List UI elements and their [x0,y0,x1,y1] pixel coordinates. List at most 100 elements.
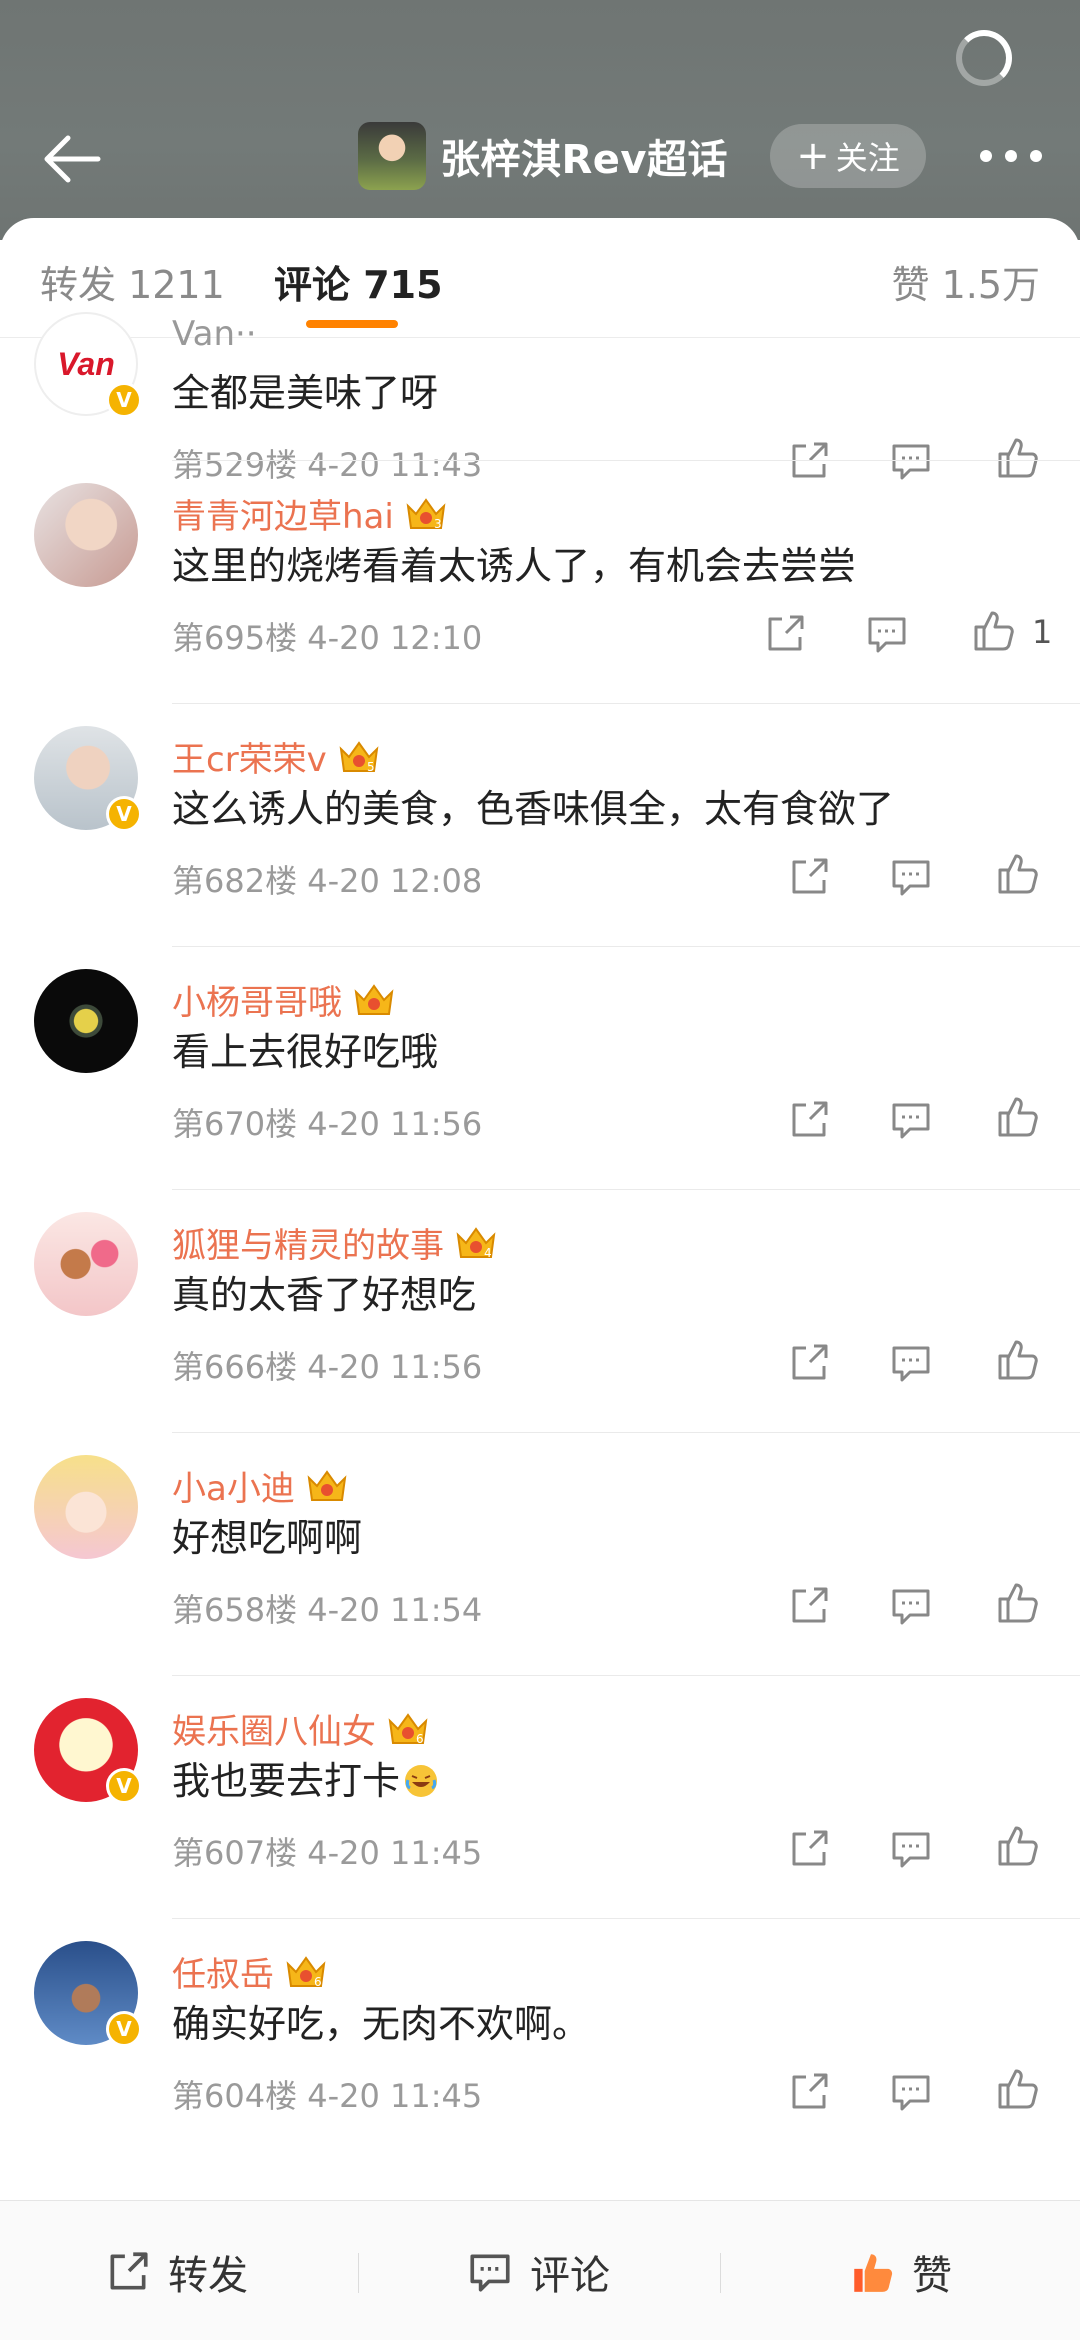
svg-text:3: 3 [434,517,442,531]
thumb-up-icon[interactable] [994,1822,1040,1868]
repost-button[interactable]: 转发 [104,2243,248,2301]
thumb-up-icon[interactable] [970,607,1016,653]
thumb-up-icon[interactable] [994,1093,1040,1139]
like-button[interactable]: 赞 [848,2243,952,2301]
like-label: 赞 [912,2253,952,2299]
username-text: 任叔岳 [172,1955,274,1995]
comment-icon[interactable] [888,1826,934,1872]
comment-meta: 第666楼 4-20 11:56 [172,1348,483,1386]
list-item: V 任叔岳 6 确实好吃，无肉不欢啊。 第604楼 4-20 11:45 [0,1919,1080,2162]
username-text: 小杨哥哥哦 [172,983,342,1023]
username[interactable]: 狐狸与精灵的故事 4 [172,1218,498,1267]
avatar[interactable] [34,969,138,1073]
username[interactable]: 小杨哥哥哦 [172,975,396,1024]
verified-badge-icon: V [106,2011,142,2047]
comment-text: 这里的烧烤看着太诱人了，有机会去尝尝 [172,544,857,588]
thumb-up-icon[interactable] [994,850,1040,896]
verified-badge-icon: V [106,382,142,418]
avatar[interactable]: Van V [34,312,142,418]
list-item: V 娱乐圈八仙女 6 我也要去打卡 第607楼 4-20 11:45 [0,1676,1080,1919]
username-text: 娱乐圈八仙女 [172,1712,376,1752]
share-icon[interactable] [786,854,832,900]
thumb-up-icon[interactable] [994,1579,1040,1625]
back-arrow-icon[interactable] [34,122,108,196]
avatar[interactable]: V [34,726,142,832]
avatar[interactable]: V [34,1941,142,2047]
crown-icon [307,1469,347,1501]
avatar[interactable]: V [34,1698,142,1804]
comment-text: 我也要去打卡 [172,1750,440,1805]
comment-meta: 第607楼 4-20 11:45 [172,1834,483,1872]
list-item: 小杨哥哥哦 看上去很好吃哦 第670楼 4-20 11:56 [0,947,1080,1190]
comment-meta: 第658楼 4-20 11:54 [172,1591,483,1629]
username[interactable]: 任叔岳 6 [172,1947,328,1996]
comment-text: 好想吃啊啊 [172,1516,363,1560]
bottom-action-bar: 转发 评论 赞 [0,2200,1080,2340]
divider [358,2253,359,2293]
follow-button[interactable]: + 关注 [770,124,926,188]
comment-meta: 第604楼 4-20 11:45 [172,2077,483,2115]
comment-meta: 第670楼 4-20 11:56 [172,1105,483,1143]
plus-icon: + [796,133,830,179]
comment-icon[interactable] [888,2069,934,2115]
page-title: 张梓淇Rev超话 [440,137,729,183]
crown-icon: 4 [456,1226,496,1260]
comment-meta: 第682楼 4-20 12:08 [172,862,483,900]
supertopic-title[interactable]: 张梓淇Rev超话 [358,120,728,192]
comment-text: 全都是美味了呀 [172,371,439,415]
svg-text:6: 6 [416,1732,424,1746]
list-item: 狐狸与精灵的故事 4 真的太香了好想吃 第666楼 4-20 11:56 [0,1190,1080,1433]
thumb-up-icon [854,2254,893,2292]
like-count: 1 [1032,613,1053,651]
comment-text: 确实好吃，无肉不欢啊。 [172,2002,591,2046]
svg-text:5: 5 [367,760,375,774]
laugh-cry-emoji-icon [405,1765,438,1797]
username-text: 王cr荣荣v [172,740,327,780]
avatar[interactable] [34,1212,138,1316]
list-item: Van V Van·· 全都是美味了呀 第529楼 4-20 11:43 [0,218,1080,484]
comment-meta: 第695楼 4-20 12:10 [172,619,483,657]
list-item: V 王cr荣荣v 5 这么诱人的美食，色香味俱全，太有食欲了 第682楼 4-2… [0,704,1080,947]
username[interactable]: 王cr荣荣v 5 [172,732,381,781]
svg-text:6: 6 [314,1975,322,1989]
share-icon[interactable] [786,2069,832,2115]
follow-label: 关注 [835,139,900,177]
crown-icon: 6 [388,1712,428,1746]
share-icon [110,2252,148,2290]
more-dots-icon[interactable] [976,136,1046,176]
comment-icon[interactable] [864,611,910,657]
username[interactable]: 青青河边草hai 3 [172,489,448,538]
comment-text: 这么诱人的美食，色香味俱全，太有食欲了 [172,787,895,831]
divider [720,2253,721,2293]
share-icon[interactable] [786,1583,832,1629]
loading-spinner-icon [956,30,1012,86]
comment-icon[interactable] [888,1583,934,1629]
avatar[interactable] [34,1455,138,1559]
comment-icon[interactable] [888,1340,934,1386]
comment-icon [470,2254,510,2292]
avatar[interactable] [34,483,138,587]
share-icon[interactable] [786,1097,832,1143]
username[interactable]: 娱乐圈八仙女 6 [172,1704,430,1753]
repost-label: 转发 [168,2253,248,2299]
share-icon[interactable] [786,1340,832,1386]
share-icon[interactable] [786,1826,832,1872]
crown-icon [354,983,394,1015]
thumb-up-icon[interactable] [994,2065,1040,2111]
svg-text:4: 4 [484,1246,492,1260]
verified-badge-icon: V [106,1768,142,1804]
topic-avatar [358,122,426,190]
comment-icon[interactable] [888,1097,934,1143]
thumb-up-icon[interactable] [994,1336,1040,1382]
comment-text: 真的太香了好想吃 [172,1273,477,1317]
comment-button[interactable]: 评论 [466,2243,610,2301]
crown-icon: 3 [406,497,446,531]
comment-text-content: 我也要去打卡 [172,1759,401,1803]
comment-icon[interactable] [888,854,934,900]
comment-text: 看上去很好吃哦 [172,1030,439,1074]
username[interactable]: 小a小迪 [172,1461,349,1510]
username[interactable]: Van·· [172,314,257,354]
share-icon[interactable] [762,611,808,657]
list-item: 青青河边草hai 3 这里的烧烤看着太诱人了，有机会去尝尝 第695楼 4-20… [0,461,1080,704]
comment-sheet: 转发 1211 评论 715 赞 1.5万 Van V Van·· 全都是美味了… [0,218,1080,2340]
